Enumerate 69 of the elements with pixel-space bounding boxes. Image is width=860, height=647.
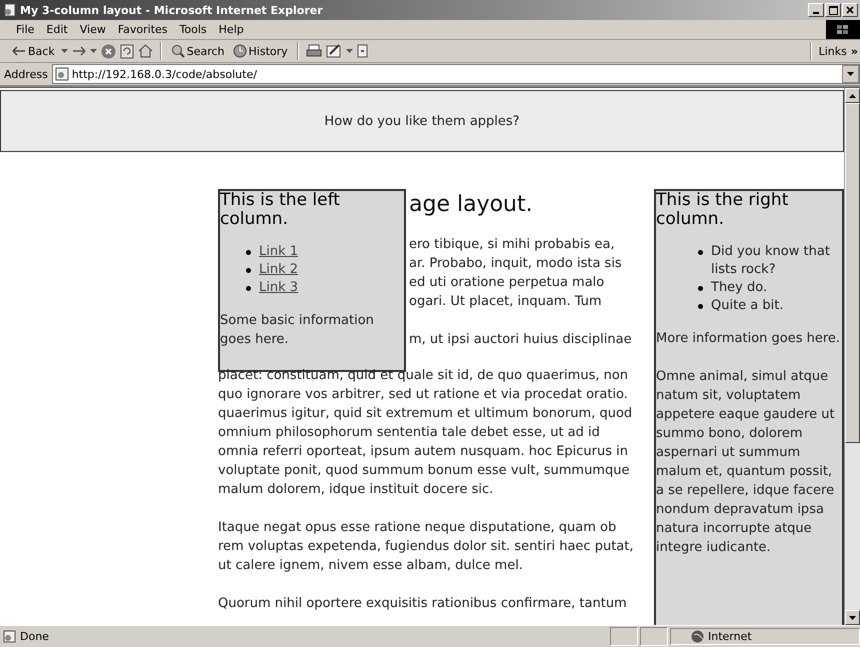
forward-arrow-icon[interactable] — [72, 46, 86, 56]
clock-icon — [232, 44, 247, 58]
down-arrow-icon — [849, 616, 856, 620]
menu-item[interactable]: Help — [212, 23, 250, 36]
paragraph-fragment: ero tibique, si mihi probabis ea, — [409, 237, 615, 252]
paragraph: Itaque negat opus esse ratione neque disputatione, quam ob rem voluptas expetenda, fugiendus dolor sit. sentiri haec putat, ut calere ignem, nivem esse albam, dulce mel. — [218, 519, 634, 575]
scrollbar[interactable] — [844, 88, 860, 625]
search-icon — [170, 44, 185, 58]
up-arrow-icon — [849, 94, 856, 98]
page-icon — [3, 3, 17, 17]
paragraph-fragment: ogari. Ut placet, inquam. Tum — [409, 294, 602, 309]
status-pane — [640, 627, 668, 646]
maximize-button[interactable] — [825, 3, 841, 17]
paragraph-fragment: ed uti oratione perpetua malo — [409, 275, 604, 290]
history-button[interactable]: History — [230, 44, 290, 58]
menu-item[interactable]: Tools — [174, 23, 213, 36]
paragraph: More information goes here. — [656, 330, 842, 348]
list-item: Quite a bit. — [711, 297, 784, 315]
page-heading: age layout. — [408, 191, 534, 219]
scroll-up-button[interactable] — [845, 88, 860, 103]
info-text: Some basic information goes here. — [220, 312, 375, 349]
menu-item[interactable]: Edit — [40, 23, 74, 36]
dropdown-arrow-icon[interactable] — [90, 48, 97, 54]
caret-icon — [847, 72, 854, 76]
status-pane — [610, 627, 638, 646]
scroll-thumb[interactable] — [845, 103, 860, 443]
address-field[interactable]: http://192.168.0.3/code/absolute/ — [52, 64, 860, 84]
document-icon[interactable] — [356, 44, 368, 58]
search-button[interactable]: Search — [168, 44, 227, 58]
more-chevron[interactable]: » — [850, 44, 858, 58]
link[interactable]: Link 3 — [259, 279, 298, 297]
paragraph: Omne animal, simul atque natum sit, voluptatem appetere eaque gaudere ut summo bono, dolorem aspernari ut summum malum et, quantum possit, a se repellere, idque facere nondum depravatum ipsa natura incorrupte atque integre iudicante. — [656, 368, 836, 557]
address-label: Address — [4, 68, 48, 80]
menu-item[interactable]: File — [10, 23, 40, 36]
dropdown-arrow-icon[interactable] — [346, 48, 353, 54]
links-label[interactable]: Links — [818, 44, 847, 58]
page-icon — [54, 67, 69, 81]
column-heading: This is the right column. — [656, 191, 790, 229]
dropdown-button[interactable] — [842, 65, 859, 83]
paragraph-fragment: m, ut ipsi auctori huius disciplinae — [409, 332, 632, 347]
column-heading: This is the left column. — [220, 191, 341, 229]
scroll-down-button[interactable] — [845, 610, 860, 625]
printer-icon[interactable] — [306, 44, 322, 58]
banner-text: How do you like them apples? — [324, 114, 520, 128]
home-icon[interactable] — [138, 44, 153, 58]
stop-icon[interactable] — [100, 44, 116, 58]
minimize-button[interactable] — [808, 3, 824, 17]
paragraph: Quorum nihil oportere exquisitis rationibus confirmare, tantum — [218, 595, 628, 613]
window-title: My 3-column layout - Microsoft Internet Explorer — [20, 4, 323, 16]
globe-icon — [691, 630, 704, 643]
dropdown-arrow-icon[interactable] — [60, 48, 68, 54]
list-item: They do. — [711, 279, 768, 297]
maximize-icon — [828, 6, 838, 14]
paragraph: placet: constituam, quid et quale sit id, de quo quaerimus, non quo ignorare vos arbitrer, sed ut ratione et via procedat oratio. quaerimus igitur, quid sit extremum et ultimum bonorum, quod omnium philosophorum sententia tale debet esse, ut ad id omnia referri oporteat, ipsum autem nusquam. hoc Epicurus in voluptate ponit, quod summum bonum esse vult, summumque malum dolorem, idque instituit docere sic. — [218, 367, 634, 499]
close-button[interactable] — [842, 3, 858, 17]
back-button[interactable]: Back — [10, 44, 57, 58]
zone-indicator: Internet — [670, 628, 860, 645]
paragraph-fragment: ar. Probabo, inquit, modo ista sis — [409, 256, 622, 271]
list-item: Did you know that lists rock? — [711, 243, 831, 279]
link[interactable]: Link 1 — [259, 243, 298, 261]
back-arrow-icon — [12, 46, 26, 56]
edit-icon[interactable] — [326, 44, 342, 58]
menu-item[interactable]: Favorites — [112, 23, 174, 36]
status-text: Done — [20, 630, 49, 643]
close-icon — [846, 6, 854, 14]
page-icon — [3, 630, 16, 643]
link[interactable]: Link 2 — [259, 261, 298, 279]
menu-item[interactable]: View — [74, 23, 112, 36]
refresh-icon[interactable] — [120, 44, 134, 58]
